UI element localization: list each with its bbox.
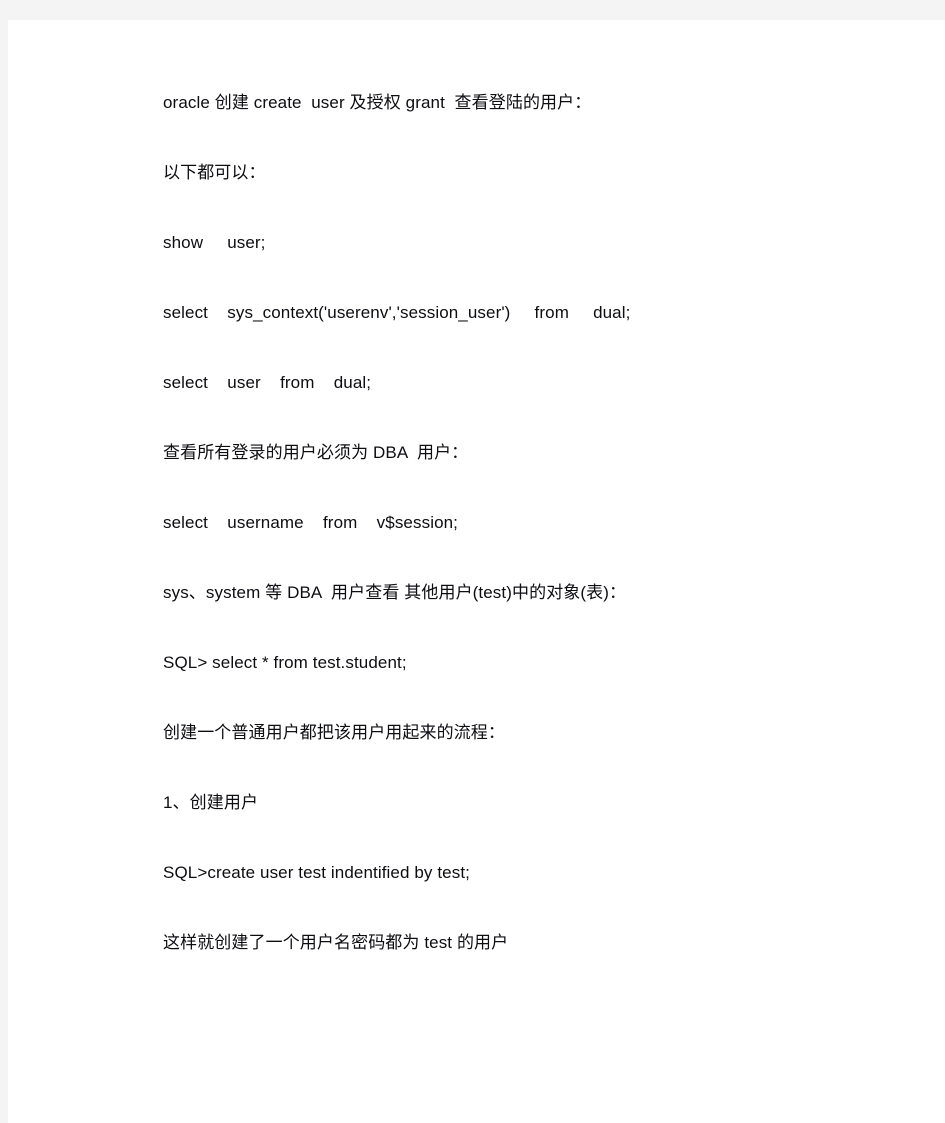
document-page: oracle 创建 create user 及授权 grant 查看登陆的用户：… xyxy=(8,20,945,1123)
paragraph-intro-line: 以下都可以： xyxy=(163,163,266,182)
paragraph-note-dba-objects: sys、system 等 DBA 用户查看 其他用户(test)中的对象(表)： xyxy=(163,583,627,602)
paragraph-sql-v-session: select username from v$session; xyxy=(163,513,459,532)
paragraph-title-line: oracle 创建 create user 及授权 grant 查看登陆的用户： xyxy=(163,93,592,112)
paragraph-sql-sys-context: select sys_context('userenv','session_us… xyxy=(163,303,631,322)
paragraph-note-created: 这样就创建了一个用户名密码都为 test 的用户 xyxy=(163,933,509,952)
paragraph-sql-create-user: SQL>create user test indentified by test… xyxy=(163,863,470,882)
paragraph-sql-select-star: SQL> select * from test.student; xyxy=(163,653,407,672)
paragraph-note-workflow: 创建一个普通用户都把该用户用起来的流程： xyxy=(163,723,505,742)
paragraph-step-1-heading: 1、创建用户 xyxy=(163,793,259,812)
document-text-body: oracle 创建 create user 及授权 grant 查看登陆的用户：… xyxy=(163,93,903,953)
paragraph-sql-show-user: show user; xyxy=(163,233,266,252)
paragraph-sql-select-user: select user from dual; xyxy=(163,373,372,392)
paragraph-note-dba-required: 查看所有登录的用户必须为 DBA 用户： xyxy=(163,443,469,462)
document-viewport: oracle 创建 create user 及授权 grant 查看登陆的用户：… xyxy=(0,0,945,1123)
